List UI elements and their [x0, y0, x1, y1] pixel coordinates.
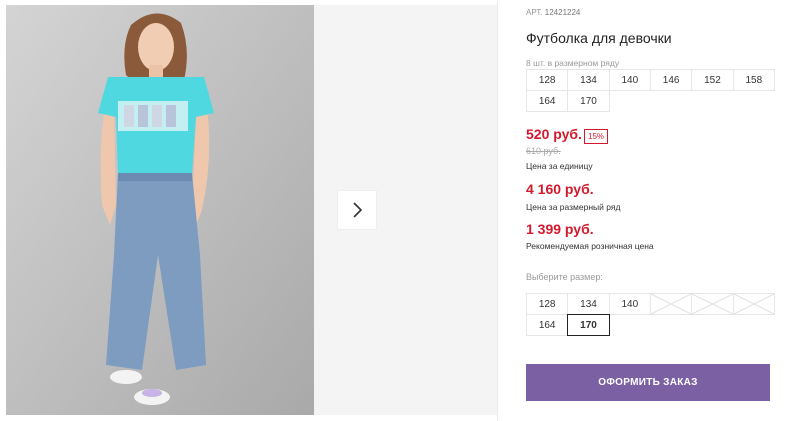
size-option-128[interactable]: 128	[526, 293, 569, 315]
pack-size: 134	[567, 69, 610, 91]
unit-price-caption: Цена за единицу	[526, 161, 593, 171]
girl-illustration	[6, 5, 314, 415]
pack-size: 128	[526, 69, 569, 91]
old-price: 610 руб.	[526, 146, 561, 156]
pack-price-caption: Цена за размерный ряд	[526, 202, 621, 212]
pack-note: 8 шт. в размерном ряду	[526, 58, 620, 68]
unit-price: 520 руб.	[526, 126, 582, 142]
size-selector: 128 134 140 146 152 158 164 170	[526, 293, 775, 336]
discount-badge: 15%	[584, 129, 609, 144]
retail-price: 1 399 руб.	[526, 221, 594, 237]
size-option-170-selected[interactable]: 170	[567, 314, 610, 336]
chevron-right-icon	[353, 202, 363, 218]
size-option-146-unavailable: 146	[649, 293, 693, 315]
size-option-134[interactable]: 134	[567, 293, 610, 315]
size-option-140[interactable]: 140	[608, 293, 651, 315]
product-gallery	[0, 0, 500, 421]
divider	[497, 0, 498, 421]
retail-price-caption: Рекомендуемая розничная цена	[526, 241, 654, 251]
pack-size-grid: 128 134 140 146 152 158 164 170	[526, 69, 775, 112]
size-option-164[interactable]: 164	[526, 314, 569, 336]
pack-size: 170	[567, 90, 610, 112]
pack-size: 158	[732, 69, 775, 91]
article-value: 12421224	[544, 8, 581, 17]
place-order-button[interactable]: ОФОРМИТЬ ЗАКАЗ	[526, 364, 770, 401]
product-photo[interactable]	[6, 5, 314, 415]
size-option-152-unavailable: 152	[691, 293, 734, 315]
article-number: АРТ. 12421224	[526, 8, 580, 17]
size-option-158-unavailable: 158	[732, 293, 775, 315]
pack-size: 146	[649, 69, 693, 91]
choose-size-label: Выберите размер:	[526, 272, 603, 282]
article-label: АРТ.	[526, 8, 543, 17]
pack-size: 140	[608, 69, 651, 91]
pack-size: 152	[691, 69, 734, 91]
pack-size: 164	[526, 90, 569, 112]
next-image-button[interactable]	[338, 191, 376, 229]
product-title: Футболка для девочки	[526, 30, 672, 46]
pack-price: 4 160 руб.	[526, 181, 594, 197]
